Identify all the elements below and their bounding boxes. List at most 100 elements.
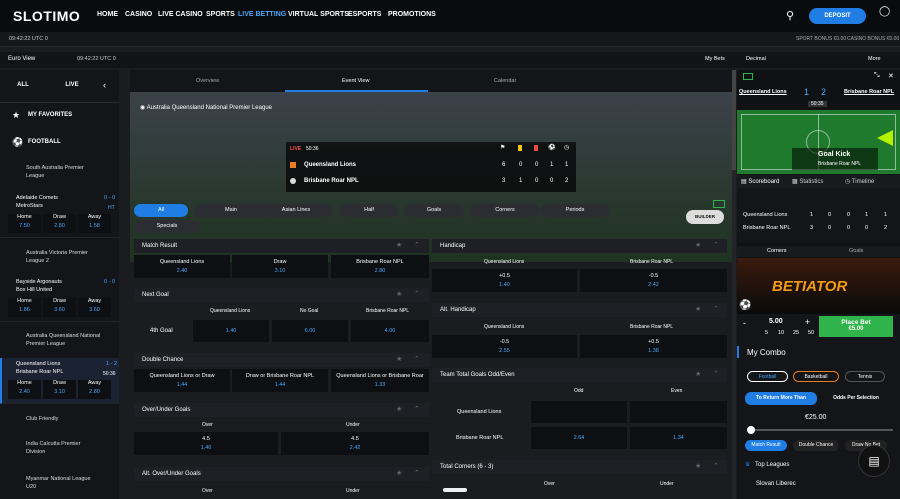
chevron-up-icon[interactable]: ⌃	[414, 355, 420, 363]
pitch-toggle-icon[interactable]	[713, 200, 725, 208]
odd-draw[interactable]: Draw 3.10	[43, 380, 76, 399]
odd-button[interactable]: Brisbane Roar NPL 2.80	[331, 255, 429, 278]
search-icon[interactable]: ⚲	[786, 9, 794, 22]
odd-away[interactable]: Away 1.58	[78, 214, 111, 233]
market-header[interactable]: Alt. Handicap	[432, 303, 727, 317]
odd-button[interactable]: 4.5 2.42	[281, 432, 429, 455]
odd-button[interactable]: 1.40	[193, 320, 269, 342]
chevron-up-icon[interactable]: ⌃	[713, 241, 719, 249]
odd-button[interactable]: Draw or Brisbane Roar NPL 1.44	[232, 369, 328, 392]
tab-calendar[interactable]: Calendar	[494, 78, 516, 84]
sport-football[interactable]: Football	[747, 371, 788, 382]
star-icon[interactable]: ★	[396, 241, 402, 249]
odd-button[interactable]: 4.00	[351, 320, 429, 342]
football-category[interactable]: FOOTBALL	[28, 139, 61, 145]
amount-slider[interactable]	[747, 429, 893, 431]
stake-minus[interactable]: -	[743, 318, 746, 328]
nav-sports[interactable]: SPORTS	[206, 11, 235, 18]
tab-live[interactable]: LIVE	[52, 70, 92, 102]
odd-button[interactable]: +0.5 1.38	[580, 335, 727, 358]
odd-home[interactable]: Home 7.50	[8, 214, 41, 233]
sport-basketball[interactable]: Basketball	[793, 371, 839, 382]
league-title[interactable]: Myanmar National League U20	[26, 475, 101, 491]
nav-live-casino[interactable]: LIVE CASINO	[158, 11, 203, 18]
logo[interactable]: SLOTIMO	[13, 8, 80, 24]
nav-casino[interactable]: CASINO	[125, 11, 152, 18]
pill-asian-lines[interactable]: Asian Lines	[259, 204, 333, 217]
stake-input[interactable]: 5.00	[769, 318, 783, 325]
star-icon[interactable]: ★	[695, 462, 701, 470]
pill-periods[interactable]: Periods	[540, 204, 610, 217]
stake-plus[interactable]: +	[805, 317, 810, 327]
star-icon[interactable]: ★	[695, 241, 701, 249]
pill-corners[interactable]: Corners	[470, 204, 540, 217]
ad-banner[interactable]: BETIATOR	[737, 258, 900, 314]
user-icon[interactable]: ◯	[879, 6, 890, 17]
market-header[interactable]: Alt. Over/Under Goals	[134, 467, 429, 481]
odd-button[interactable]: Queensland Lions 2.40	[134, 255, 230, 278]
market-header[interactable]: Over/Under Goals	[134, 403, 429, 417]
odd-button[interactable]: -0.5 2.55	[432, 335, 577, 358]
market-header[interactable]: Double Chance	[134, 353, 429, 367]
star-icon[interactable]: ★	[396, 355, 402, 363]
filter-double-chance[interactable]: Double Chance	[793, 440, 839, 451]
star-icon[interactable]: ★	[396, 290, 402, 298]
odd-draw[interactable]: Draw 2.80	[43, 214, 76, 233]
odd-home[interactable]: Home 2.40	[8, 380, 41, 399]
odd-draw[interactable]: Draw 3.60	[43, 298, 76, 317]
bet-builder-toggle[interactable]: BUILDER	[686, 210, 724, 224]
star-icon[interactable]: ★	[695, 370, 701, 378]
market-header[interactable]: Next Goal	[134, 288, 429, 302]
tab-to-return[interactable]: To Return More Than	[745, 392, 817, 405]
tab-all[interactable]: ALL	[3, 70, 43, 102]
pill-all[interactable]: All	[134, 204, 188, 217]
nav-promotions[interactable]: PROMOTIONS	[388, 11, 436, 18]
odd-button[interactable]: +0.5 1.40	[432, 269, 577, 292]
chevron-up-icon[interactable]: ⌃	[713, 462, 719, 470]
star-icon[interactable]: ★	[695, 305, 701, 313]
market-header[interactable]: Handicap	[432, 239, 727, 253]
tab-timeline[interactable]: ◷ Timeline	[845, 178, 874, 185]
market-header[interactable]: Match Result	[134, 239, 429, 253]
chip-10[interactable]: 10	[778, 330, 784, 336]
scrollbar[interactable]	[732, 70, 736, 499]
star-icon[interactable]: ★	[396, 405, 402, 413]
pill-specials[interactable]: Specials	[134, 220, 200, 233]
my-bets-link[interactable]: My Bets	[705, 56, 725, 62]
match-card-selected[interactable]: Queensland Lions Brisbane Roar NPL 1 - 2…	[0, 358, 119, 404]
odd-away[interactable]: Away 2.80	[78, 380, 111, 399]
league-title[interactable]: South Australia Premier League	[26, 164, 96, 180]
chevron-up-icon[interactable]: ⌃	[414, 241, 420, 249]
odd-button[interactable]	[630, 401, 727, 423]
odd-button[interactable]: 4.5 1.46	[134, 432, 278, 455]
chip-50[interactable]: 50	[808, 330, 814, 336]
deposit-button[interactable]: DEPOSIT	[809, 8, 866, 24]
star-icon[interactable]: ★	[396, 469, 402, 477]
nav-esports[interactable]: ESPORTS	[348, 11, 381, 18]
scroll-handle[interactable]	[443, 488, 467, 492]
expand-icon[interactable]: ⤡	[874, 72, 880, 80]
my-favorites[interactable]: MY FAVORITES	[28, 112, 72, 118]
league-title[interactable]: Australia Victoria Premier League 2	[26, 249, 101, 265]
odd-button[interactable]: Queensland Lions or Brisbane Roar 1.33	[331, 369, 429, 392]
collapse-icon[interactable]: ‹	[103, 80, 106, 90]
chip-5[interactable]: 5	[765, 330, 768, 336]
odd-button[interactable]	[531, 401, 627, 423]
sport-tennis[interactable]: Tennis	[845, 371, 885, 382]
place-bet-button[interactable]: Place Bet €5.00	[819, 316, 893, 337]
odds-format-select[interactable]: Decimal	[746, 56, 766, 62]
market-header[interactable]: Total Corners (6 - 3)	[432, 460, 727, 474]
chevron-up-icon[interactable]: ⌃	[414, 469, 420, 477]
tab-scoreboard[interactable]: ▤ Scoreboard	[741, 178, 779, 185]
odd-button[interactable]: Queensland Lions or Draw 1.44	[134, 369, 230, 392]
nav-virtual-sports[interactable]: VIRTUAL SPORTS	[288, 11, 349, 18]
tab-odds-per-selection[interactable]: Odds Per Selection	[819, 392, 893, 405]
odd-button[interactable]: 1.34	[630, 427, 727, 449]
chip-25[interactable]: 25	[793, 330, 799, 336]
odd-button[interactable]: -0.5 2.42	[580, 269, 727, 292]
league-title[interactable]: India Calcutta Premier Division	[26, 440, 101, 456]
chevron-up-icon[interactable]: ⌃	[414, 405, 420, 413]
tab-overview[interactable]: Overview	[196, 78, 219, 84]
chevron-up-icon[interactable]: ⌃	[713, 305, 719, 313]
chevron-up-icon[interactable]: ⌃	[713, 370, 719, 378]
